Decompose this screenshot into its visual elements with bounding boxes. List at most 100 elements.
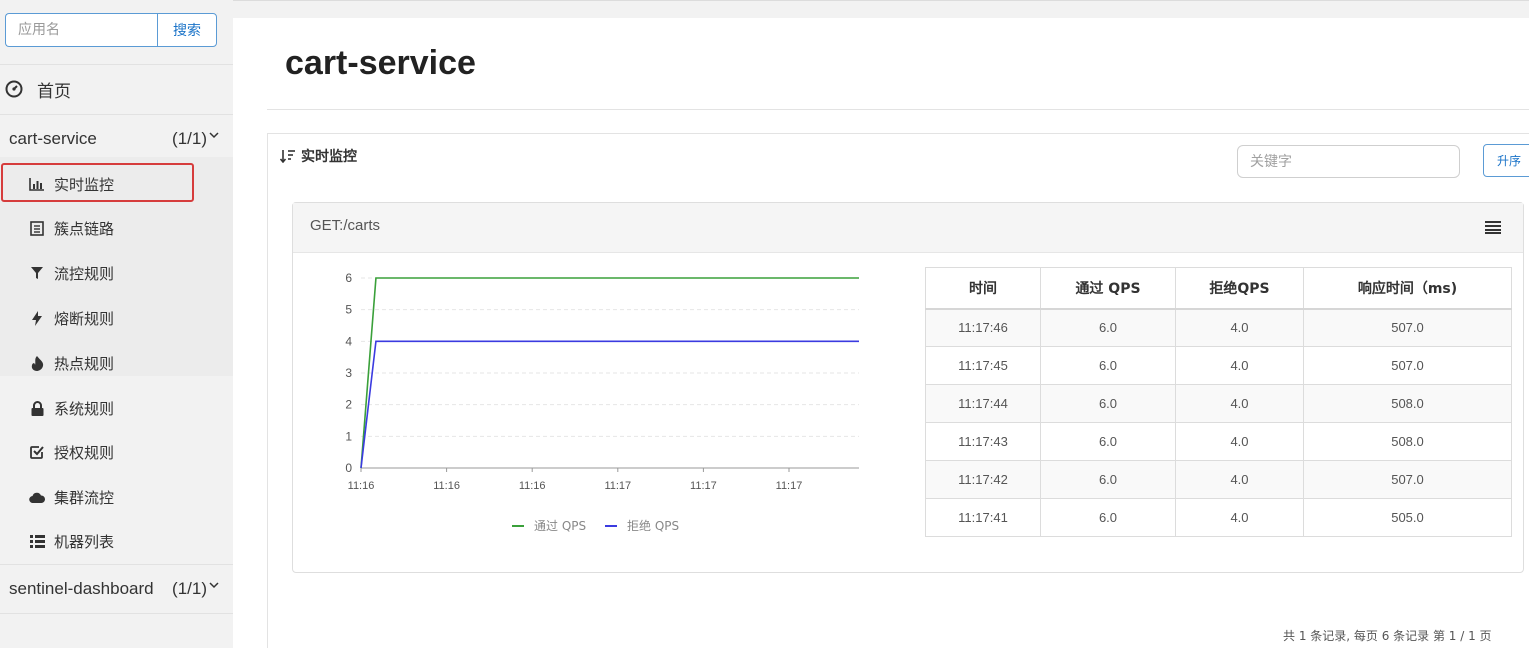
y-tick-label: 2 xyxy=(345,398,352,412)
cell-pass-qps: 6.0 xyxy=(1040,308,1176,347)
sidebar-item-machine-list[interactable]: 机器列表 xyxy=(28,527,114,555)
y-tick-label: 1 xyxy=(345,429,352,443)
cell-pass-qps: 6.0 xyxy=(1040,498,1176,537)
sort-icon xyxy=(280,150,295,163)
sidebar-item-auth-rules[interactable]: 授权规则 xyxy=(28,438,114,466)
sidebar-item-label: 实时监控 xyxy=(54,175,115,194)
cell-rt: 505.0 xyxy=(1303,498,1512,537)
app-search: 搜索 xyxy=(5,13,217,47)
divider xyxy=(0,564,233,565)
y-tick-label: 5 xyxy=(345,303,352,317)
cell-rt: 507.0 xyxy=(1303,460,1512,499)
y-tick-label: 6 xyxy=(345,271,352,285)
x-tick-label: 11:17 xyxy=(604,480,631,492)
sidebar-item-label: 机器列表 xyxy=(54,532,115,551)
y-tick-label: 0 xyxy=(345,461,352,475)
cell-rt: 507.0 xyxy=(1303,346,1512,385)
sidebar-item-label: 热点规则 xyxy=(54,354,115,373)
col-pass-qps: 通过 QPS xyxy=(1040,267,1176,310)
x-tick-label: 11:16 xyxy=(433,480,460,492)
x-tick-label: 11:16 xyxy=(519,480,546,492)
table-header-row: 时间 通过 QPS 拒绝QPS 响应时间（ms) xyxy=(925,267,1512,310)
cell-time: 11:17:46 xyxy=(925,308,1041,347)
col-time: 时间 xyxy=(925,267,1041,310)
top-bar xyxy=(233,0,1529,18)
sort-ascending-button[interactable]: 升序 xyxy=(1483,144,1529,177)
dashboard-icon xyxy=(5,80,23,98)
sidebar-item-flow-rules[interactable]: 流控规则 xyxy=(28,259,114,287)
chevron-down-icon xyxy=(209,132,219,139)
divider xyxy=(267,109,1529,110)
table-row: 11:17:46 6.0 4.0 507.0 xyxy=(925,308,1512,347)
search-button[interactable]: 搜索 xyxy=(157,13,217,47)
table-row: 11:17:43 6.0 4.0 508.0 xyxy=(925,422,1512,461)
table-row: 11:17:41 6.0 4.0 505.0 xyxy=(925,498,1512,537)
app-search-input[interactable] xyxy=(5,13,157,47)
table-row: 11:17:44 6.0 4.0 508.0 xyxy=(925,384,1512,423)
check-square-icon xyxy=(28,443,46,461)
x-tick-label: 11:17 xyxy=(776,480,803,492)
sidebar-item-label: 首页 xyxy=(37,81,71,102)
y-tick-label: 3 xyxy=(345,366,352,380)
page-title: cart-service xyxy=(285,44,476,82)
sidebar-item-degrade-rules[interactable]: 熔断规则 xyxy=(28,304,114,332)
resource-name: GET:/carts xyxy=(310,217,381,234)
col-rt: 响应时间（ms) xyxy=(1303,267,1512,310)
sidebar-item-label: 集群流控 xyxy=(54,488,115,507)
sidebar-item-realtime-monitor[interactable]: 实时监控 xyxy=(28,170,114,198)
divider xyxy=(0,114,233,115)
x-tick-label: 11:17 xyxy=(690,480,717,492)
legend-label: 通过 QPS xyxy=(534,519,586,533)
cell-block-qps: 4.0 xyxy=(1175,384,1304,423)
sidebar-item-label: 系统规则 xyxy=(54,399,115,418)
y-tick-label: 4 xyxy=(345,334,352,348)
qps-line-chart: 0 1 2 3 4 5 6 11:16 11:16 11:16 11:17 11:17 11:17 通过 … xyxy=(345,271,859,533)
app-count: (1/1) xyxy=(172,579,207,598)
cell-rt: 508.0 xyxy=(1303,384,1512,423)
list-ul-icon xyxy=(28,532,46,550)
cloud-icon xyxy=(28,488,46,506)
cell-block-qps: 4.0 xyxy=(1175,346,1304,385)
sidebar-item-cluster-link[interactable]: 簇点链路 xyxy=(28,214,114,242)
cell-time: 11:17:42 xyxy=(925,460,1041,499)
sidebar-item-label: 簇点链路 xyxy=(54,219,115,238)
cell-block-qps: 4.0 xyxy=(1175,498,1304,537)
sidebar-item-home[interactable]: 首页 xyxy=(5,74,71,104)
cell-rt: 507.0 xyxy=(1303,308,1512,347)
metrics-table: 时间 通过 QPS 拒绝QPS 响应时间（ms) 11:17:46 6.0 4.0 5… xyxy=(925,267,1512,537)
filter-icon xyxy=(28,264,46,282)
sidebar-item-system-rules[interactable]: 系统规则 xyxy=(28,394,114,422)
bolt-icon xyxy=(28,309,46,327)
fire-icon xyxy=(28,354,46,372)
cell-time: 11:17:44 xyxy=(925,384,1041,423)
table-row: 11:17:42 6.0 4.0 507.0 xyxy=(925,460,1512,499)
app-name: cart-service xyxy=(9,129,97,148)
cell-rt: 508.0 xyxy=(1303,422,1512,461)
cell-pass-qps: 6.0 xyxy=(1040,346,1176,385)
col-block-qps: 拒绝QPS xyxy=(1175,267,1304,310)
sidebar-item-label: 流控规则 xyxy=(54,264,115,283)
panel-header: 实时监控 xyxy=(280,146,357,166)
cell-pass-qps: 6.0 xyxy=(1040,460,1176,499)
divider xyxy=(0,613,233,614)
sidebar-item-cluster-flow[interactable]: 集群流控 xyxy=(28,483,114,511)
app-sentinel-dashboard[interactable]: sentinel-dashboard (1/1) xyxy=(9,575,219,603)
sidebar-item-label: 熔断规则 xyxy=(54,309,115,328)
table-row: 11:17:45 6.0 4.0 507.0 xyxy=(925,346,1512,385)
bar-chart-icon xyxy=(28,175,46,193)
legend-label: 拒绝 QPS xyxy=(627,518,679,533)
sidebar-item-hotspot-rules[interactable]: 热点规则 xyxy=(28,349,114,377)
divider xyxy=(0,64,233,65)
app-name: sentinel-dashboard xyxy=(9,579,154,598)
app-cart-service[interactable]: cart-service (1/1) xyxy=(9,125,219,153)
sidebar-item-label: 授权规则 xyxy=(54,443,115,462)
cell-time: 11:17:43 xyxy=(925,422,1041,461)
cell-pass-qps: 6.0 xyxy=(1040,422,1176,461)
cell-block-qps: 4.0 xyxy=(1175,460,1304,499)
keyword-search-input[interactable] xyxy=(1237,145,1460,178)
app-count: (1/1) xyxy=(172,129,207,148)
chevron-down-icon xyxy=(209,582,219,589)
hamburger-menu-icon[interactable] xyxy=(1485,221,1501,234)
panel-title: 实时监控 xyxy=(301,149,357,165)
x-tick-label: 11:16 xyxy=(348,480,375,492)
